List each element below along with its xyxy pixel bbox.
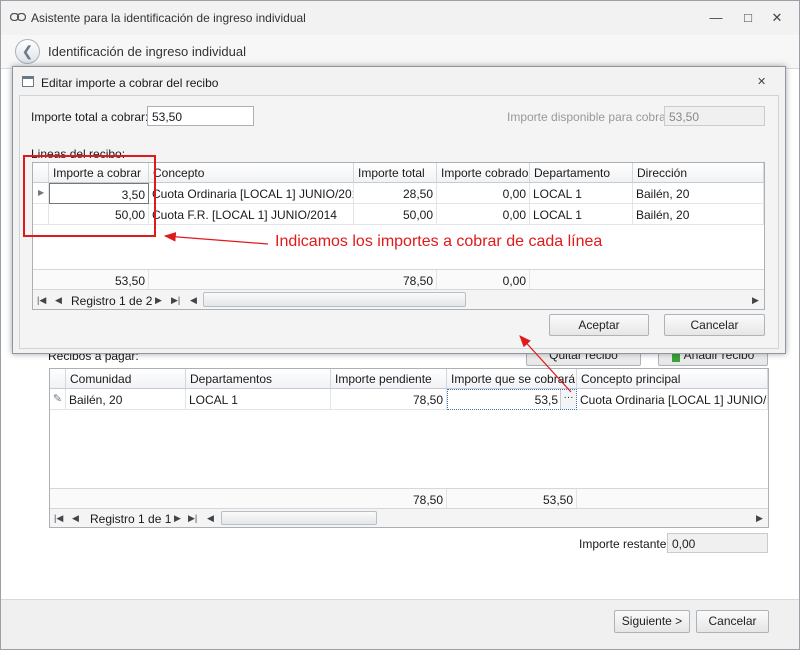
grid-indicator-header (50, 369, 66, 389)
column-header[interactable]: Concepto (149, 163, 354, 183)
grid-navigator: |◀ ◀ Registro 1 de 1 ▶ ▶| ◀ ▶ (50, 508, 768, 527)
highlight-box (23, 155, 156, 237)
aceptar-label: Aceptar (578, 318, 620, 332)
disponible-label: Importe disponible para cobrar: (507, 110, 674, 124)
cell-direccion[interactable]: Bailén, 20 (633, 204, 764, 225)
column-header[interactable]: Departamento (530, 163, 633, 183)
column-header[interactable]: Concepto principal (577, 369, 768, 389)
horizontal-scrollbar-thumb[interactable] (203, 292, 466, 307)
importe-cobrara-editor[interactable]: 53,5 ··· (447, 389, 577, 410)
total-cobrar-label: Importe total a cobrar: (31, 110, 149, 124)
siguiente-button[interactable]: Siguiente > (614, 610, 690, 633)
column-header[interactable]: Comunidad (66, 369, 186, 389)
maximize-icon: □ (744, 10, 752, 25)
cell-importe-pendiente[interactable]: 78,50 (331, 389, 447, 410)
dialog-close-icon[interactable]: ✕ (757, 75, 766, 88)
scroll-right-icon[interactable]: ▶ (756, 513, 763, 524)
cancelar-label: Cancelar (708, 614, 757, 628)
cell-departamento[interactable]: LOCAL 1 (530, 183, 633, 204)
dialog-title: Editar importe a cobrar del recibo (41, 76, 219, 90)
cell-departamento[interactable]: LOCAL 1 (530, 204, 633, 225)
column-header[interactable]: Importe que se cobrará (447, 369, 577, 389)
last-record-icon[interactable]: ▶| (188, 513, 197, 524)
title-bar: Asistente para la identificación de ingr… (1, 1, 799, 35)
column-header[interactable]: Departamentos (186, 369, 331, 389)
wizard-footer: Siguiente > Cancelar (1, 599, 799, 649)
cell-importe-cobrado[interactable]: 0,00 (437, 183, 530, 204)
cell-importe-total[interactable]: 28,50 (354, 183, 437, 204)
minimize-icon: — (709, 10, 723, 25)
cancelar-button[interactable]: Cancelar (696, 610, 769, 633)
horizontal-scrollbar-thumb[interactable] (221, 511, 377, 525)
minimize-button[interactable]: — (707, 10, 725, 26)
first-record-icon[interactable]: |◀ (54, 513, 63, 524)
scroll-right-icon[interactable]: ▶ (752, 295, 759, 306)
close-icon: ✕ (771, 10, 783, 25)
column-header[interactable]: Dirección (633, 163, 764, 183)
first-record-icon[interactable]: |◀ (37, 295, 46, 306)
back-button[interactable]: ❮ (15, 39, 40, 64)
cell-importe-cobrara[interactable]: 53,5 (535, 393, 558, 407)
importe-restante-field: 0,00 (667, 533, 768, 553)
next-record-icon[interactable]: ▶ (155, 295, 162, 306)
dialog-cancelar-button[interactable]: Cancelar (664, 314, 765, 336)
importe-restante-label: Importe restante: (579, 537, 670, 551)
table-row[interactable]: ✎ Bailén, 20 LOCAL 1 78,50 53,5 ··· Cuot… (50, 389, 768, 410)
grid-navigator: |◀ ◀ Registro 1 de 2 ▶ ▶| ◀ ▶ (33, 289, 764, 309)
dialog-window-icon (22, 76, 34, 87)
scroll-left-icon[interactable]: ◀ (190, 295, 197, 306)
cell-concepto-principal[interactable]: Cuota Ordinaria [LOCAL 1] JUNIO/2014 (577, 389, 768, 410)
maximize-button[interactable]: □ (739, 10, 757, 26)
dialog-cancelar-label: Cancelar (690, 318, 739, 332)
siguiente-label: Siguiente > (621, 614, 683, 628)
dialog-title-bar: Editar importe a cobrar del recibo ✕ (13, 67, 785, 95)
recibos-grid: Comunidad Departamentos Importe pendient… (49, 368, 769, 528)
cell-concepto[interactable]: Cuota Ordinaria [LOCAL 1] JUNIO/2014 (149, 183, 354, 204)
cell-direccion[interactable]: Bailén, 20 (633, 183, 764, 204)
disponible-field: 53,50 (664, 106, 765, 126)
close-button[interactable]: ✕ (768, 10, 786, 26)
window-title: Asistente para la identificación de ingr… (31, 11, 306, 25)
column-header[interactable]: Importe total (354, 163, 437, 183)
cell-importe-cobrado[interactable]: 0,00 (437, 204, 530, 225)
column-header[interactable]: Importe pendiente (331, 369, 447, 389)
cell-importe-total[interactable]: 50,00 (354, 204, 437, 225)
aceptar-button[interactable]: Aceptar (549, 314, 649, 336)
pencil-icon: ✎ (50, 389, 66, 410)
annotation-text: Indicamos los importes a cobrar de cada … (275, 233, 603, 250)
page-title: Identificación de ingreso individual (48, 44, 247, 59)
totals-row: 53,50 78,50 0,00 (33, 269, 764, 292)
total-cobrar-input[interactable]: 53,50 (147, 106, 254, 126)
scroll-left-icon[interactable]: ◀ (207, 513, 214, 524)
ellipsis-button[interactable]: ··· (560, 390, 576, 409)
last-record-icon[interactable]: ▶| (171, 295, 180, 306)
wizard-header: ❮ Identificación de ingreso individual (1, 35, 799, 69)
record-counter: Registro 1 de 1 (90, 512, 172, 526)
cell-comunidad[interactable]: Bailén, 20 (66, 389, 186, 410)
previous-record-icon[interactable]: ◀ (72, 513, 79, 524)
cell-departamentos[interactable]: LOCAL 1 (186, 389, 331, 410)
cell-concepto[interactable]: Cuota F.R. [LOCAL 1] JUNIO/2014 (149, 204, 354, 225)
next-record-icon[interactable]: ▶ (174, 513, 181, 524)
link-icon (10, 13, 26, 21)
totals-row: 78,50 53,50 (50, 488, 768, 511)
previous-record-icon[interactable]: ◀ (55, 295, 62, 306)
column-header[interactable]: Importe cobrado (437, 163, 530, 183)
record-counter: Registro 1 de 2 (71, 294, 153, 308)
arrow-left-icon: ❮ (21, 43, 34, 59)
